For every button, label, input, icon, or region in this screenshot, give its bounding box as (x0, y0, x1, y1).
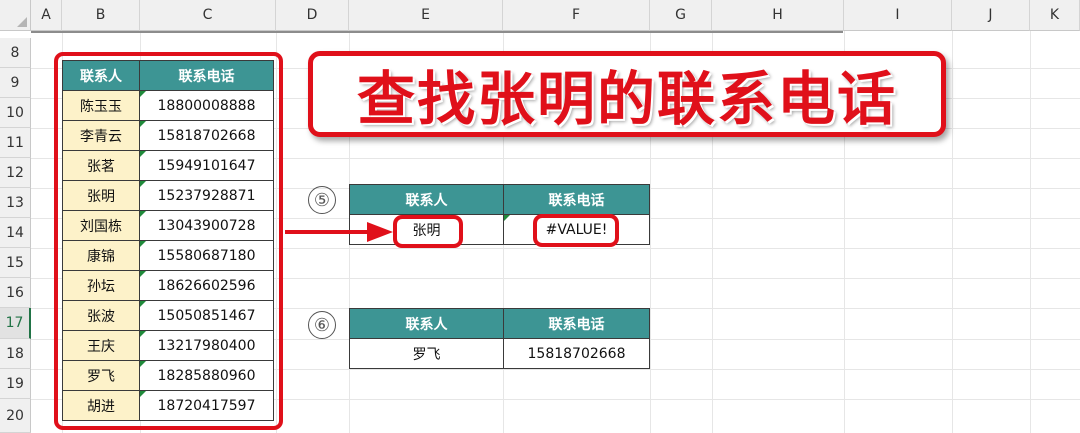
example5-header-phone[interactable]: 联系电话 (503, 184, 650, 215)
row-header-16[interactable]: 16 (0, 278, 31, 308)
select-all-corner[interactable] (0, 0, 31, 31)
column-header-k[interactable]: K (1030, 0, 1080, 31)
arrow-right-icon (285, 222, 393, 242)
left-table-highlight (54, 52, 283, 430)
column-header-i[interactable]: I (844, 0, 952, 31)
row-header-13[interactable]: 13 (0, 188, 31, 218)
example6-name-cell[interactable]: 罗飞 (349, 338, 504, 369)
title-text: 查找张明的联系电话 (356, 65, 897, 133)
example6-header-phone[interactable]: 联系电话 (503, 308, 650, 339)
gridline (952, 31, 953, 433)
step-6-marker: ⑥ (308, 311, 336, 339)
row-header-9[interactable]: 9 (0, 68, 31, 98)
example6-phone-cell[interactable]: 15818702668 (503, 338, 650, 369)
row-header-11[interactable]: 11 (0, 128, 31, 158)
column-header-j[interactable]: J (952, 0, 1030, 31)
column-header-g[interactable]: G (650, 0, 712, 31)
column-header-c[interactable]: C (140, 0, 276, 31)
column-header-b[interactable]: B (62, 0, 140, 31)
title-banner: 查找张明的联系电话 (308, 51, 946, 137)
gridline (1030, 31, 1031, 433)
error-highlight (533, 214, 619, 247)
row-header-10[interactable]: 10 (0, 98, 31, 128)
step-5-marker: ⑤ (308, 186, 336, 214)
frozen-pane-line (31, 31, 843, 33)
row-header-19[interactable]: 19 (0, 369, 31, 399)
row-header-17[interactable]: 17 (0, 308, 31, 339)
row-header-20[interactable]: 20 (0, 399, 31, 433)
row-header-15[interactable]: 15 (0, 248, 31, 278)
example6-header-name[interactable]: 联系人 (349, 308, 504, 339)
column-header-e[interactable]: E (349, 0, 503, 31)
row-header-8[interactable]: 8 (0, 38, 31, 68)
column-header-d[interactable]: D (276, 0, 349, 31)
example5-header-name[interactable]: 联系人 (349, 184, 504, 215)
column-header-f[interactable]: F (503, 0, 650, 31)
row-header-12[interactable]: 12 (0, 158, 31, 188)
row-header-14[interactable]: 14 (0, 218, 31, 248)
column-header-a[interactable]: A (31, 0, 62, 31)
name-highlight (393, 215, 463, 248)
column-header-h[interactable]: H (712, 0, 844, 31)
row-header-18[interactable]: 18 (0, 339, 31, 369)
